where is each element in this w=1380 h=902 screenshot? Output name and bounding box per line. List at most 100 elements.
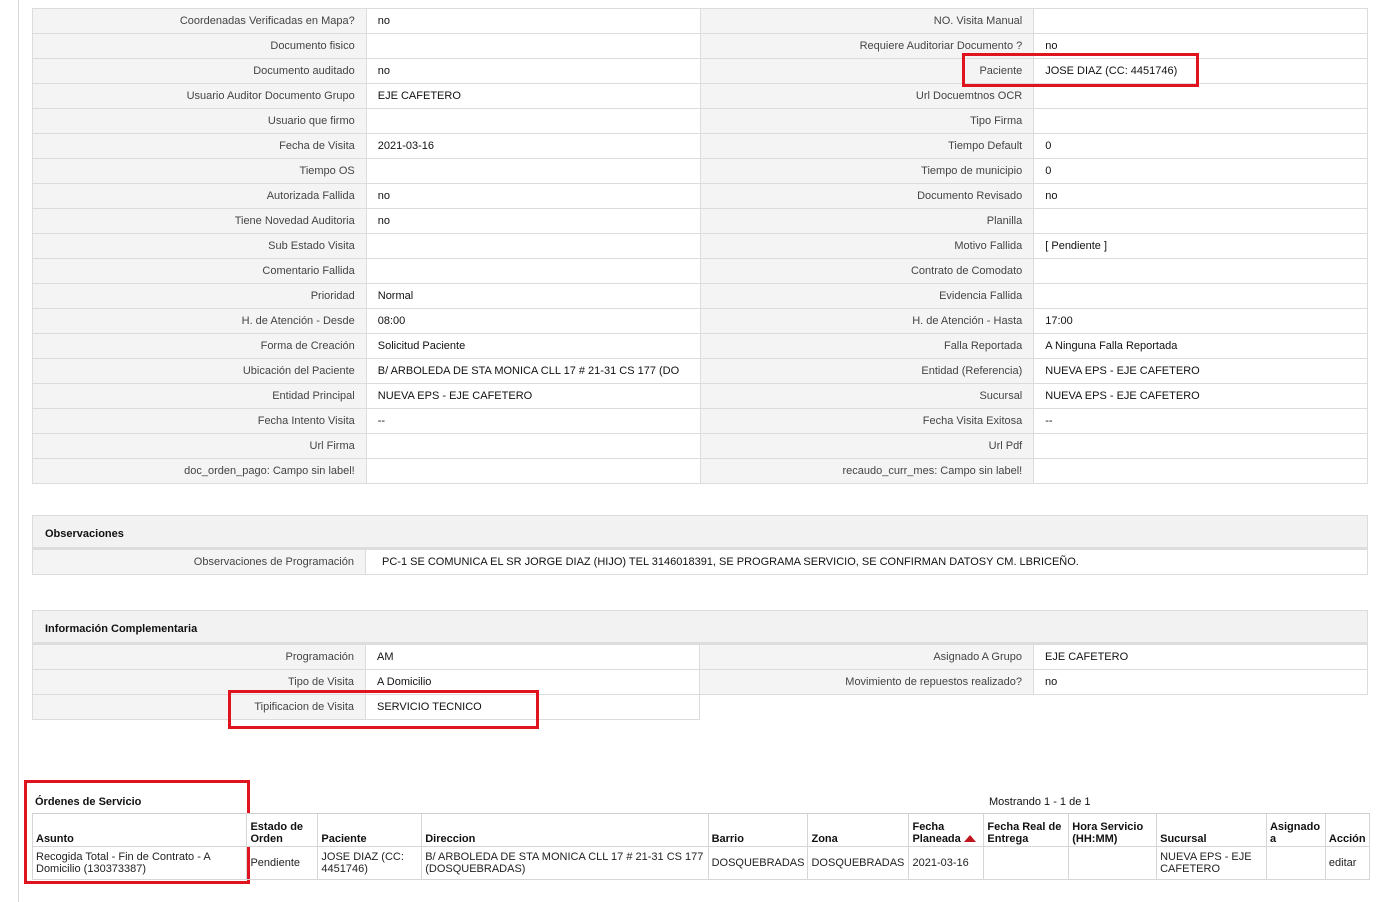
col-asignado[interactable]: Asignado a — [1265, 814, 1326, 847]
doc-orden-pago-campo-sin-label-label: doc_orden_pago: Campo sin label! — [33, 459, 367, 484]
movimiento-de-repuestos-realizado-value: no — [1034, 670, 1368, 695]
detail-row: Autorizada Fallida no Documento Revisado no — [33, 184, 1368, 209]
fecha-visita-exitosa-label: Fecha Visita Exitosa — [700, 409, 1035, 434]
requiere-auditoriar-documento-label: Requiere Auditoriar Documento ? — [700, 34, 1035, 59]
observaciones-label: Observaciones de Programación — [32, 550, 366, 575]
col-hora-servicio[interactable]: Hora Servicio (HH:MM) — [1068, 814, 1158, 847]
motivo-fallida-value: [ Pendiente ] — [1034, 234, 1368, 259]
fecha-intento-visita-value: -- — [366, 409, 701, 434]
col-fecha-real[interactable]: Fecha Real de Entrega — [983, 814, 1070, 847]
sucursal-value: NUEVA EPS - EJE CAFETERO — [1034, 384, 1368, 409]
cell-hora — [1068, 845, 1158, 880]
fecha-intento-visita-label: Fecha Intento Visita — [33, 409, 367, 434]
usuario-auditor-documento-grupo-label: Usuario Auditor Documento Grupo — [33, 84, 367, 109]
entidad-referencia-label: Entidad (Referencia) — [700, 359, 1035, 384]
asignado-a-grupo-label: Asignado A Grupo — [700, 645, 1034, 670]
fecha-de-visita-label: Fecha de Visita — [33, 134, 367, 159]
orders-count: Mostrando 1 - 1 de 1 — [989, 796, 1091, 808]
requiere-auditoriar-documento-value: no — [1034, 34, 1368, 59]
detail-row: Documento fisico Requiere Auditoriar Docu… — [33, 34, 1368, 59]
detail-row: Usuario Auditor Documento Grupo EJE CAFET… — [33, 84, 1368, 109]
entidad-principal-label: Entidad Principal — [33, 384, 367, 409]
col-asunto[interactable]: Asunto — [31, 814, 248, 847]
tiempo-default-label: Tiempo Default — [700, 134, 1035, 159]
entidad-referencia-value: NUEVA EPS - EJE CAFETERO — [1034, 359, 1368, 384]
recaudo-curr-mes-campo-sin-label-label: recaudo_curr_mes: Campo sin label! — [700, 459, 1035, 484]
h-de-atencion-hasta-label: H. de Atención - Hasta — [700, 309, 1035, 334]
col-barrio[interactable]: Barrio — [707, 814, 809, 847]
detail-row: Url Firma Url Pdf — [33, 434, 1368, 459]
cell-barrio: DOSQUEBRADAS — [707, 845, 809, 880]
url-pdf-value — [1034, 434, 1368, 459]
col-estado[interactable]: Estado de Orden — [246, 814, 319, 847]
observaciones-title: Observaciones — [32, 515, 1368, 550]
cell-direccion: B/ ARBOLEDA DE STA MONICA CLL 17 # 21-31… — [421, 845, 709, 880]
cell-estado: Pendiente — [246, 845, 319, 880]
url-firma-label: Url Firma — [33, 434, 367, 459]
prioridad-label: Prioridad — [33, 284, 367, 309]
motivo-fallida-label: Motivo Fallida — [700, 234, 1035, 259]
detail-row: Entidad Principal NUEVA EPS - EJE CAFETER… — [33, 384, 1368, 409]
tiempo-os-label: Tiempo OS — [33, 159, 367, 184]
cell-zona: DOSQUEBRADAS — [807, 845, 910, 880]
tiempo-de-municipio-label: Tiempo de municipio — [700, 159, 1035, 184]
h-de-atencion-desde-label: H. de Atención - Desde — [33, 309, 367, 334]
page-left-border — [18, 0, 19, 902]
coordenadas-verificadas-en-mapa-value: no — [366, 9, 701, 34]
cell-asunto[interactable]: Recogida Total - Fin de Contrato - A Dom… — [31, 845, 248, 880]
documento-auditado-label: Documento auditado — [33, 59, 367, 84]
forma-de-creacion-label: Forma de Creación — [33, 334, 367, 359]
col-sucursal[interactable]: Sucursal — [1156, 814, 1267, 847]
usuario-auditor-documento-grupo-value: EJE CAFETERO — [366, 84, 701, 109]
documento-auditado-value: no — [366, 59, 701, 84]
edit-link[interactable]: editar — [1324, 845, 1371, 880]
detail-row: Tipo de Visita A Domicilio Movimiento de r… — [32, 670, 1368, 695]
entidad-principal-value: NUEVA EPS - EJE CAFETERO — [366, 384, 701, 409]
detail-row: Ubicación del Paciente B/ ARBOLEDA DE STA… — [33, 359, 1368, 384]
col-fecha-planeada[interactable]: Fecha Planeada — [908, 814, 985, 847]
detail-row: Fecha de Visita 2021-03-16 Tiempo Default 0 — [33, 134, 1368, 159]
tipificacion-value: SERVICIO TECNICO — [366, 695, 700, 720]
sort-ascending-icon[interactable] — [963, 834, 976, 842]
falla-reportada-label: Falla Reportada — [700, 334, 1035, 359]
documento-revisado-value: no — [1034, 184, 1368, 209]
usuario-que-firmo-label: Usuario que firmo — [33, 109, 367, 134]
detail-row: Documento auditado no Paciente JOSE DIAZ (C… — [33, 59, 1368, 84]
url-pdf-label: Url Pdf — [700, 434, 1035, 459]
tiene-novedad-auditoria-value: no — [366, 209, 701, 234]
documento-fisico-value — [366, 34, 701, 59]
no-visita-manual-label: NO. Visita Manual — [700, 9, 1035, 34]
ubicacion-del-paciente-label: Ubicación del Paciente — [33, 359, 367, 384]
documento-revisado-label: Documento Revisado — [700, 184, 1035, 209]
orders-title: Órdenes de Servicio — [35, 796, 142, 808]
coordenadas-verificadas-en-mapa-label: Coordenadas Verificadas en Mapa? — [33, 9, 367, 34]
tipo-firma-label: Tipo Firma — [700, 109, 1035, 134]
detail-row: Usuario que firmo Tipo Firma — [33, 109, 1368, 134]
autorizada-fallida-value: no — [366, 184, 701, 209]
contrato-de-comodato-label: Contrato de Comodato — [700, 259, 1035, 284]
detail-row: H. de Atención - Desde 08:00 H. de Atenció… — [33, 309, 1368, 334]
usuario-que-firmo-value — [366, 109, 701, 134]
col-paciente[interactable]: Paciente — [317, 814, 423, 847]
col-direccion[interactable]: Direccion — [421, 814, 709, 847]
sucursal-label: Sucursal — [700, 384, 1035, 409]
col-zona[interactable]: Zona — [807, 814, 910, 847]
col-fecha-planeada-label: Fecha Planeada — [912, 820, 961, 845]
sub-estado-visita-value — [366, 234, 701, 259]
planilla-value — [1034, 209, 1368, 234]
programacion-value: AM — [366, 645, 700, 670]
paciente-label: Paciente — [700, 59, 1035, 84]
detail-row: Fecha Intento Visita -- Fecha Visita Exito… — [33, 409, 1368, 434]
comentario-fallida-label: Comentario Fallida — [33, 259, 367, 284]
cell-asignado — [1265, 845, 1326, 880]
detail-row: doc_orden_pago: Campo sin label! recaudo_… — [33, 459, 1368, 484]
detail-row: Comentario Fallida Contrato de Comodato — [33, 259, 1368, 284]
visit-details-grid: Coordenadas Verificadas en Mapa? no NO. Vi… — [32, 8, 1368, 484]
recaudo-curr-mes-campo-sin-label-value — [1034, 459, 1368, 484]
complementaria-rows: Programación AM Asignado A Grupo EJE CAFETE… — [32, 645, 1368, 695]
url-docuemtnos-ocr-value — [1034, 84, 1368, 109]
evidencia-fallida-value — [1034, 284, 1368, 309]
cell-fecha-planeada: 2021-03-16 — [908, 845, 985, 880]
h-de-atencion-desde-value: 08:00 — [366, 309, 701, 334]
url-docuemtnos-ocr-label: Url Docuemtnos OCR — [700, 84, 1035, 109]
